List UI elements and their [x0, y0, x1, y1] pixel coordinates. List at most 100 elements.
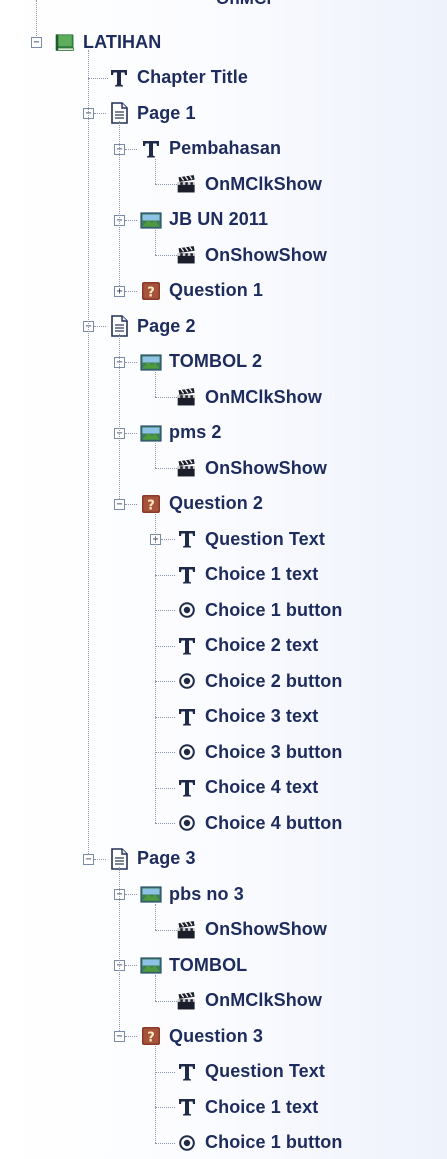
- tree-node-question-3[interactable]: ? Question 3: [140, 1020, 263, 1052]
- tree-node-question-text-label: Question Text: [205, 1061, 325, 1081]
- text-t-icon: [176, 777, 198, 799]
- tree-node-action-onshowshow[interactable]: OnShowShow: [176, 452, 327, 484]
- tree-node-action-onmclkshow[interactable]: OnMClkShow: [176, 381, 322, 413]
- tree-node-action-onshowshow[interactable]: OnShowShow: [176, 239, 327, 271]
- tree-node-question-2[interactable]: ? Question 2: [140, 488, 263, 520]
- collapse-icon[interactable]: −: [83, 853, 94, 865]
- tree-node-page-3-label: Page 3: [137, 848, 196, 868]
- tree-node-jb-un-2011[interactable]: JB UN 2011: [140, 204, 268, 236]
- partial-node-label: OnMClkShow: [216, 0, 270, 9]
- tree-node-choice-4-text-label: Choice 4 text: [205, 777, 319, 797]
- tree-connector-horizontal: [125, 432, 137, 434]
- action-icon: [176, 457, 198, 479]
- tree-node-question-text[interactable]: Question Text: [176, 523, 325, 555]
- text-t-icon: [176, 706, 198, 728]
- tree-node-tombol-label: TOMBOL: [169, 954, 248, 975]
- tree-node-choice-2-button[interactable]: Choice 2 button: [176, 665, 343, 697]
- tree-node-page-1-label: Page 1: [137, 102, 196, 123]
- tree-node-choice-1-text[interactable]: Choice 1 text: [176, 1091, 318, 1123]
- tree-node-choice-4-button[interactable]: Choice 4 button: [176, 807, 343, 839]
- tree-connector-horizontal: [155, 645, 175, 647]
- tree-node-action-onmclkshow[interactable]: OnMClkShow: [176, 985, 322, 1017]
- tree-connector-vertical: [155, 442, 156, 468]
- tree-connector-horizontal: [155, 787, 175, 789]
- tree-node-question-text[interactable]: Question Text: [176, 1056, 325, 1088]
- tree-node-question-1[interactable]: ? Question 1: [140, 275, 263, 307]
- action-icon: [176, 919, 198, 941]
- tree-node-pembahasan-label: Pembahasan: [169, 138, 282, 158]
- radio-icon: [176, 1132, 198, 1154]
- tree-node-pms-2[interactable]: pms 2: [140, 417, 222, 449]
- svg-text:?: ?: [147, 1031, 155, 1046]
- tree-node-pembahasan[interactable]: Pembahasan: [140, 133, 281, 165]
- tree-connector-horizontal: [125, 219, 137, 221]
- svg-text:?: ?: [147, 498, 155, 513]
- tree-node-action-onmclkshow[interactable]: OnMClkShow: [176, 168, 322, 200]
- tree-node-choice-1-button[interactable]: Choice 1 button: [176, 1127, 343, 1159]
- tree-connector-horizontal: [125, 361, 137, 363]
- tree-node-latihan[interactable]: LATIHAN: [54, 26, 161, 58]
- tree-connector-vertical: [155, 371, 156, 397]
- tree-node-jb-un-2011-label: JB UN 2011: [169, 209, 269, 229]
- tree-connector-horizontal: [155, 397, 177, 398]
- tree-node-pms-2-label: pms 2: [169, 422, 222, 442]
- tree-node-page-1[interactable]: Page 1: [108, 97, 196, 129]
- tree-node-choice-3-button[interactable]: Choice 3 button: [176, 736, 343, 768]
- text-t-icon: [176, 564, 198, 586]
- tree-connector-horizontal: [155, 610, 175, 611]
- radio-icon: [176, 741, 198, 763]
- partial-node-top[interactable]: OnMClkShow: [178, 0, 270, 12]
- expand-icon[interactable]: +: [114, 285, 125, 297]
- tree-connector-vertical: [88, 50, 89, 854]
- image-icon: [140, 954, 162, 976]
- tree-node-page-2[interactable]: Page 2: [108, 310, 196, 342]
- text-t-icon: [176, 1061, 198, 1083]
- question-icon: ?: [140, 493, 162, 515]
- tree-node-page-3[interactable]: Page 3: [108, 843, 196, 875]
- tree-connector-vertical: [155, 904, 156, 930]
- tree-connector-horizontal: [94, 858, 106, 860]
- tree-connector-horizontal: [125, 290, 137, 292]
- tree-node-choice-1-text-label: Choice 1 text: [205, 564, 319, 584]
- question-icon: ?: [140, 280, 162, 302]
- tree-node-question-1-label: Question 1: [169, 280, 264, 300]
- tree-node-choice-2-text-label: Choice 2 text: [205, 635, 319, 655]
- collapse-icon[interactable]: −: [114, 498, 125, 510]
- tree-connector-horizontal: [155, 681, 175, 682]
- tree-connector-horizontal: [125, 965, 137, 966]
- tree-node-choice-3-text[interactable]: Choice 3 text: [176, 701, 318, 733]
- tree-connector-horizontal: [155, 574, 175, 576]
- image-icon: [140, 209, 162, 231]
- tree-node-choice-3-button-label: Choice 3 button: [205, 741, 343, 762]
- image-icon: [140, 883, 162, 905]
- text-t-icon: [176, 1096, 198, 1118]
- tree-node-chapter-title[interactable]: Chapter Title: [108, 62, 248, 94]
- tree-connector-horizontal: [125, 1036, 137, 1037]
- tree-connector-horizontal: [155, 468, 177, 469]
- tree-connector-horizontal: [155, 929, 177, 931]
- tree-node-tombol[interactable]: TOMBOL: [140, 949, 247, 981]
- tree-connector-vertical: [36, 0, 37, 42]
- tree-connector-horizontal: [88, 77, 108, 79]
- tree-node-choice-1-button-label: Choice 1 button: [205, 599, 343, 620]
- tree-node-tombol-2[interactable]: TOMBOL 2: [140, 346, 262, 378]
- tree-connector-horizontal: [155, 1071, 175, 1073]
- tree-node-question-3-label: Question 3: [169, 1025, 264, 1046]
- text-t-icon: [140, 138, 162, 160]
- tree-node-choice-2-text[interactable]: Choice 2 text: [176, 630, 318, 662]
- action-icon: [176, 990, 198, 1012]
- tree-connector-horizontal: [155, 716, 175, 718]
- radio-icon: [176, 670, 198, 692]
- tree-node-choice-4-text[interactable]: Choice 4 text: [176, 772, 318, 804]
- collapse-icon[interactable]: −: [31, 37, 42, 48]
- text-t-icon: [108, 67, 130, 89]
- tree-node-choice-1-button[interactable]: Choice 1 button: [176, 594, 343, 626]
- tree-node-question-2-label: Question 2: [169, 493, 264, 513]
- tree-node-choice-1-text[interactable]: Choice 1 text: [176, 559, 318, 591]
- collapse-icon[interactable]: −: [114, 1031, 125, 1042]
- tree-node-choice-4-button-label: Choice 4 button: [205, 812, 343, 833]
- image-icon: [140, 422, 162, 444]
- radio-icon: [176, 599, 198, 621]
- tree-node-choice-3-text-label: Choice 3 text: [205, 706, 319, 726]
- tree-node-action-onshowshow[interactable]: OnShowShow: [176, 914, 327, 946]
